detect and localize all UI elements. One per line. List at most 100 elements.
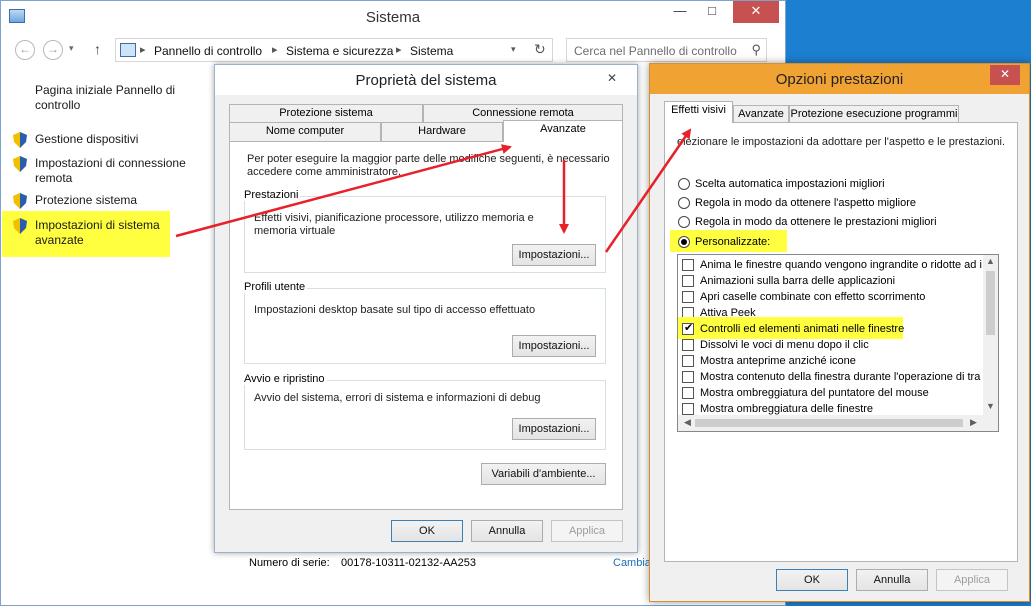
startup-settings-button[interactable]: Impostazioni... — [512, 418, 596, 440]
back-button[interactable]: ← — [15, 40, 35, 60]
checkbox[interactable] — [682, 321, 694, 335]
checkbox[interactable] — [682, 403, 694, 415]
sidebar-item-label: Protezione sistema — [35, 193, 138, 207]
search-input[interactable]: Cerca nel Pannello di controllo — [574, 44, 737, 58]
breadcrumb-system-security[interactable]: Sistema e sicurezza — [286, 44, 393, 58]
system-titlebar: Sistema — □ ✕ — [1, 1, 785, 33]
scroll-right-icon[interactable]: ▶ — [966, 417, 981, 428]
option-label: Animazioni sulla barra delle applicazion… — [700, 275, 896, 287]
breadcrumb-control-panel[interactable]: Pannello di controllo — [154, 44, 262, 58]
user-profiles-group: Profili utente Impostazioni desktop basa… — [242, 281, 606, 364]
shield-icon — [13, 132, 27, 148]
environment-variables-button[interactable]: Variabili d'ambiente... — [481, 463, 606, 485]
ok-button[interactable]: OK — [776, 569, 848, 591]
checkbox[interactable] — [682, 339, 694, 351]
dialog-title: Proprietà del sistema — [355, 72, 497, 89]
list-item[interactable]: Mostra anteprime anziché icone — [682, 353, 992, 369]
control-panel-home-link[interactable]: Pagina iniziale Pannello di controllo — [35, 83, 195, 113]
apply-button[interactable]: Applica — [936, 569, 1008, 591]
checkbox[interactable] — [682, 355, 694, 367]
checkbox[interactable] — [682, 387, 694, 399]
search-box[interactable]: Cerca nel Pannello di controllo ⚲ — [566, 38, 767, 62]
search-icon[interactable]: ⚲ — [751, 42, 761, 58]
change-product-key-link[interactable]: Cambia — [613, 557, 651, 569]
tab-computer-name[interactable]: Nome computer — [229, 122, 381, 141]
horizontal-scrollbar[interactable]: ◀ ▶ — [678, 415, 983, 431]
radio-custom[interactable]: Personalizzate: — [678, 236, 798, 250]
tab-advanced[interactable]: Avanzate — [503, 120, 623, 142]
address-row: ← → ▾ ↑ ▸ Pannello di controllo ▸ Sistem… — [1, 35, 785, 65]
performance-settings-button[interactable]: Impostazioni... — [512, 244, 596, 266]
option-label: Anima le finestre quando vengono ingrand… — [700, 259, 982, 271]
scroll-corner — [982, 415, 998, 431]
checkbox[interactable] — [682, 371, 694, 383]
shield-icon — [13, 156, 27, 172]
refresh-icon[interactable]: ↻ — [534, 41, 546, 58]
list-item[interactable]: Animazioni sulla barra delle applicazion… — [682, 273, 992, 289]
startup-recovery-group: Avvio e ripristino Avvio del sistema, er… — [242, 373, 606, 450]
vertical-scrollbar[interactable]: ▲ ▼ — [983, 255, 998, 416]
close-button[interactable]: ✕ — [733, 1, 779, 23]
admin-note: Per poter eseguire la maggior parte dell… — [247, 153, 610, 178]
list-item[interactable]: Mostra ombreggiatura del puntatore del m… — [682, 385, 992, 401]
cancel-button[interactable]: Annulla — [471, 520, 543, 542]
group-description: Effetti visivi, pianificazione processor… — [254, 212, 534, 237]
radio-best-appearance[interactable]: Regola in modo da ottenere l'aspetto mig… — [678, 197, 978, 211]
list-item[interactable]: Anima le finestre quando vengono ingrand… — [682, 257, 992, 273]
minimize-button[interactable]: — — [665, 1, 695, 23]
option-label: Mostra ombreggiatura del puntatore del m… — [700, 387, 929, 399]
advanced-panel: Per poter eseguire la maggior parte dell… — [229, 141, 623, 510]
apply-button[interactable]: Applica — [551, 520, 623, 542]
list-item[interactable]: Dissolvi le voci di menu dopo il clic — [682, 337, 992, 353]
tab-system-protection[interactable]: Protezione sistema — [229, 104, 423, 123]
checkbox[interactable] — [682, 291, 694, 303]
scroll-up-icon[interactable]: ▲ — [983, 256, 998, 266]
list-item[interactable]: Apri caselle combinate con effetto scorr… — [682, 289, 992, 305]
option-label: Dissolvi le voci di menu dopo il clic — [700, 339, 869, 351]
maximize-button[interactable]: □ — [697, 1, 727, 23]
shield-icon — [13, 193, 27, 209]
breadcrumb-system[interactable]: Sistema — [410, 44, 453, 58]
list-item[interactable]: Controlli ed elementi animati nelle fine… — [682, 321, 992, 337]
tab-hardware[interactable]: Hardware — [381, 122, 503, 141]
radio-label: Scelta automatica impostazioni migliori — [695, 178, 885, 190]
group-description: Avvio del sistema, errori di sistema e i… — [254, 392, 541, 404]
cancel-button[interactable]: Annulla — [856, 569, 928, 591]
option-label: Mostra contenuto della finestra durante … — [700, 371, 981, 383]
address-bar[interactable]: ▸ Pannello di controllo ▸ Sistema e sicu… — [115, 38, 553, 62]
scroll-left-icon[interactable]: ◀ — [680, 417, 695, 428]
checkbox[interactable] — [682, 275, 694, 287]
option-label: Apri caselle combinate con effetto scorr… — [700, 291, 926, 303]
radio-circle — [678, 197, 690, 209]
forward-button[interactable]: → — [43, 40, 63, 60]
scroll-down-icon[interactable]: ▼ — [983, 401, 998, 411]
scroll-thumb[interactable] — [986, 271, 995, 335]
breadcrumb-separator-icon: ▸ — [272, 44, 278, 56]
system-properties-dialog: Proprietà del sistema ✕ Protezione siste… — [214, 64, 638, 553]
sidebar-item-label: Impostazioni di sistema avanzate — [35, 218, 160, 247]
radio-circle — [678, 178, 690, 190]
up-button[interactable]: ↑ — [94, 41, 101, 57]
control-panel-icon — [120, 43, 136, 57]
list-item[interactable]: Mostra contenuto della finestra durante … — [682, 369, 992, 385]
radio-best-performance[interactable]: Regola in modo da ottenere le prestazion… — [678, 216, 978, 230]
visual-effects-list[interactable]: Anima le finestre quando vengono ingrand… — [677, 254, 999, 432]
group-title: Prestazioni — [242, 189, 301, 201]
chevron-down-icon[interactable]: ▾ — [511, 44, 516, 55]
option-label: Controlli ed elementi animati nelle fine… — [700, 323, 905, 335]
scroll-thumb[interactable] — [695, 419, 963, 427]
option-label: Mostra anteprime anziché icone — [700, 355, 856, 367]
intro-text: elezionare le impostazioni da adottare p… — [677, 136, 1006, 148]
sidebar-item-label: Gestione dispositivi — [35, 132, 139, 146]
close-button[interactable]: ✕ — [601, 69, 623, 89]
performance-options-dialog: Opzioni prestazioni ✕ Effetti visivi Ava… — [649, 63, 1030, 602]
group-title: Avvio e ripristino — [242, 373, 327, 385]
radio-auto[interactable]: Scelta automatica impostazioni migliori — [678, 178, 978, 192]
ok-button[interactable]: OK — [391, 520, 463, 542]
serial-label: Numero di serie: — [249, 557, 330, 569]
user-profiles-settings-button[interactable]: Impostazioni... — [512, 335, 596, 357]
tab-visual-effects[interactable]: Effetti visivi — [664, 101, 733, 123]
recent-dropdown-icon[interactable]: ▾ — [69, 43, 74, 54]
close-button[interactable]: ✕ — [990, 65, 1020, 85]
checkbox[interactable] — [682, 259, 694, 271]
